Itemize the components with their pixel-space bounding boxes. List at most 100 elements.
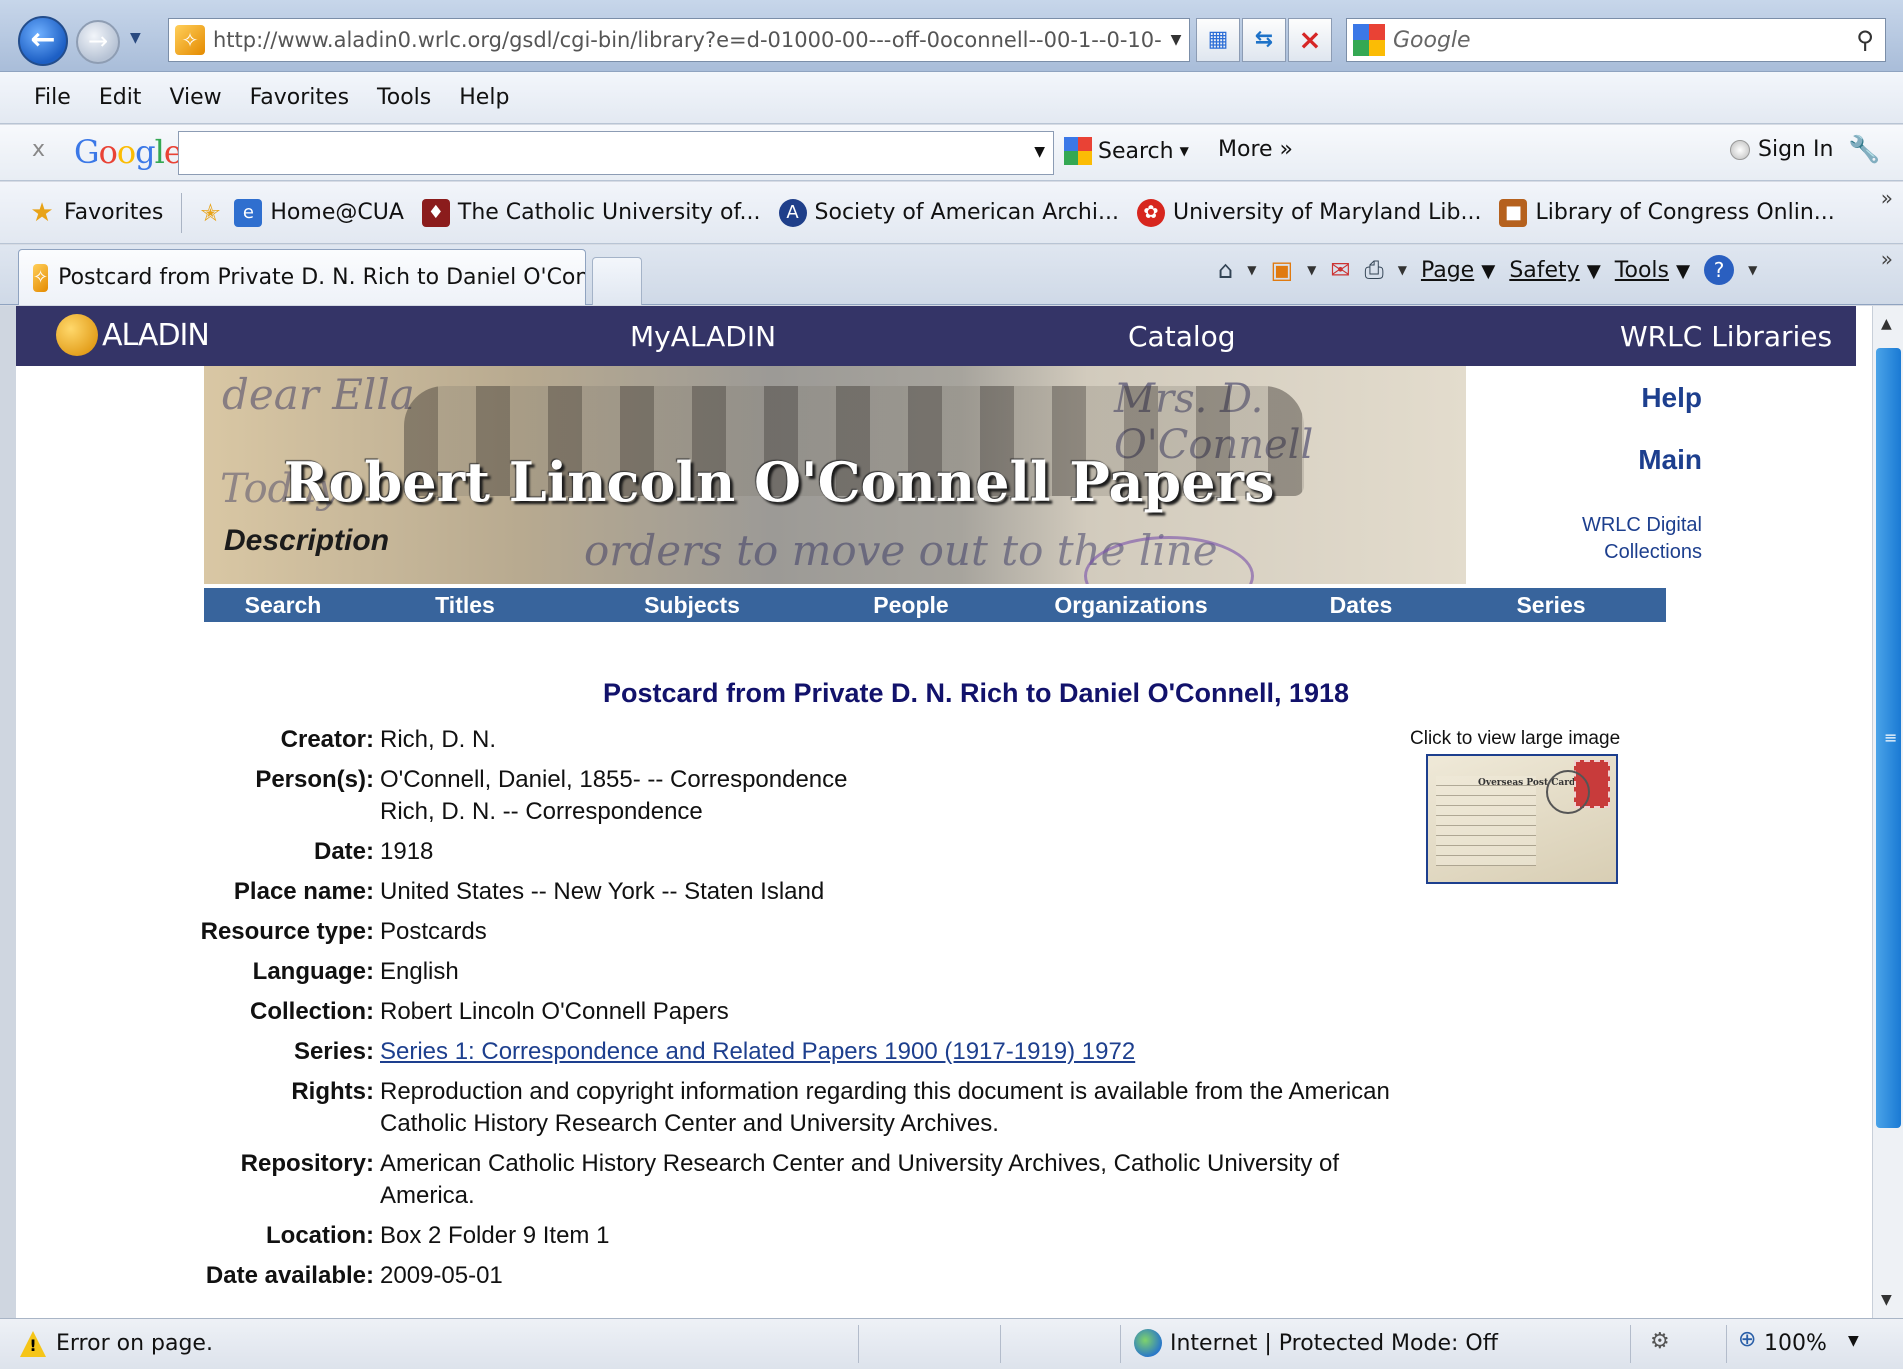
- add-favorite-icon[interactable]: ✭: [196, 199, 224, 227]
- tab-active[interactable]: ✧ Postcard from Private D. N. Rich to Da…: [18, 249, 586, 305]
- search-icon[interactable]: ⚲: [1845, 26, 1885, 54]
- postcard-thumbnail[interactable]: Overseas Post Card: [1426, 754, 1618, 884]
- umd-icon: ✿: [1136, 198, 1165, 227]
- google-search-label: Search: [1098, 138, 1174, 164]
- subnav-dates[interactable]: Dates: [1256, 588, 1466, 622]
- menu-view[interactable]: View: [169, 85, 221, 110]
- menu-edit[interactable]: Edit: [99, 85, 142, 110]
- stop-button[interactable]: ×: [1288, 18, 1332, 62]
- chevron-down-icon[interactable]: ▼: [1247, 263, 1256, 277]
- nav-myaladin[interactable]: MyALADIN: [630, 320, 776, 353]
- new-tab-button[interactable]: [592, 257, 642, 305]
- tools-menu[interactable]: Tools ▼: [1615, 258, 1690, 283]
- metadata-label: Place name:: [233, 878, 374, 905]
- mail-icon[interactable]: ✉: [1330, 256, 1350, 284]
- address-dropdown-icon[interactable]: ▼: [1163, 32, 1189, 48]
- recent-pages-dropdown[interactable]: ▼: [130, 30, 141, 46]
- subnav-people[interactable]: People: [816, 588, 1006, 622]
- google-search-input[interactable]: ▼: [178, 131, 1054, 175]
- more-button[interactable]: More »: [1218, 137, 1293, 162]
- divider: [181, 192, 183, 233]
- warning-icon[interactable]: !: [20, 1331, 46, 1357]
- menu-file[interactable]: File: [34, 85, 71, 110]
- subnav-organizations[interactable]: Organizations: [1006, 588, 1256, 622]
- aladin-header: ALADIN MyALADIN Catalog WRLC Libraries: [16, 306, 1856, 366]
- site-favicon: ✧: [33, 263, 49, 292]
- close-toolbar-icon[interactable]: x: [32, 137, 45, 162]
- help-icon[interactable]: ?: [1704, 255, 1735, 285]
- zoom-icon[interactable]: ⊕: [1738, 1327, 1756, 1352]
- favorite-link-catholic-university[interactable]: ♦ The Catholic University of...: [421, 198, 761, 227]
- metadata-value: O'Connell, Daniel, 1855- -- Corresponden…: [380, 764, 1396, 828]
- browser-search-box[interactable]: Google ⚲: [1346, 18, 1886, 62]
- series-link[interactable]: Series 1: Correspondence and Related Pap…: [380, 1038, 1135, 1065]
- main-link[interactable]: Main: [1482, 444, 1702, 476]
- metadata-label: Person(s):: [255, 766, 374, 793]
- metadata-value: Series 1: Correspondence and Related Pap…: [380, 1036, 1396, 1068]
- address-bar[interactable]: ✧ http://www.aladin0.wrlc.org/gsdl/cgi-b…: [168, 18, 1190, 62]
- menu-favorites[interactable]: Favorites: [250, 85, 349, 110]
- favorites-button[interactable]: ★ Favorites: [28, 199, 163, 227]
- menu-tools[interactable]: Tools: [377, 85, 431, 110]
- banner-title: Robert Lincoln O'Connell Papers: [283, 450, 1275, 514]
- subnav-series[interactable]: Series: [1466, 588, 1636, 622]
- chevron-down-icon[interactable]: ▼: [1307, 263, 1316, 277]
- metadata-row-creator: Creator: Rich, D. N.: [16, 724, 1396, 756]
- subnav-search[interactable]: Search: [204, 588, 362, 622]
- chevron-down-icon[interactable]: ▼: [1034, 144, 1045, 160]
- aladin-logo[interactable]: ALADIN: [56, 314, 210, 356]
- favorite-label: Library of Congress Onlin...: [1535, 200, 1835, 225]
- protected-mode-icon[interactable]: ⚙: [1650, 1329, 1670, 1354]
- divider: [1726, 1325, 1727, 1363]
- back-button[interactable]: ←: [18, 16, 68, 66]
- security-zone[interactable]: Internet | Protected Mode: Off: [1170, 1331, 1498, 1356]
- safety-menu[interactable]: Safety ▼: [1509, 258, 1600, 283]
- home-icon[interactable]: ⌂: [1218, 256, 1233, 284]
- banner-section-label: Description: [224, 524, 390, 557]
- scroll-down-arrow[interactable]: ▼: [1881, 1292, 1892, 1308]
- favorite-link-loc[interactable]: ■ Library of Congress Onlin...: [1499, 198, 1835, 227]
- record-metadata: Creator: Rich, D. N. Person(s): O'Connel…: [16, 724, 1396, 1300]
- metadata-label: Collection:: [250, 998, 374, 1025]
- wrench-icon[interactable]: 🔧: [1848, 135, 1880, 165]
- google-search-button[interactable]: Search ▼: [1064, 137, 1189, 165]
- sign-in-label: Sign In: [1758, 137, 1834, 162]
- address-url[interactable]: http://www.aladin0.wrlc.org/gsdl/cgi-bin…: [213, 28, 1163, 52]
- metadata-label: Series:: [293, 1038, 374, 1065]
- metadata-label: Date:: [313, 838, 374, 865]
- status-message[interactable]: Error on page.: [56, 1331, 213, 1356]
- chevron-right-icon[interactable]: »: [1881, 247, 1893, 271]
- chevron-down-icon[interactable]: ▼: [1398, 263, 1407, 277]
- scroll-up-arrow[interactable]: ▲: [1881, 316, 1892, 332]
- wrlc-digital-collections-link[interactable]: WRLC Digital Collections: [1482, 512, 1702, 566]
- vertical-scrollbar[interactable]: ▲ ≡ ▼: [1872, 306, 1903, 1318]
- print-icon[interactable]: ⎙: [1365, 256, 1384, 284]
- subnav-titles[interactable]: Titles: [362, 588, 568, 622]
- forward-button[interactable]: →: [76, 20, 120, 64]
- favorite-link-home-cua[interactable]: e Home@CUA: [234, 198, 404, 227]
- tab-bar: ✧ Postcard from Private D. N. Rich to Da…: [0, 245, 1903, 305]
- globe-icon: [1134, 1329, 1162, 1357]
- subnav-subjects[interactable]: Subjects: [568, 588, 816, 622]
- page-menu[interactable]: Page ▼: [1421, 258, 1495, 283]
- zoom-level[interactable]: 100%: [1764, 1331, 1827, 1356]
- metadata-row-collection: Collection: Robert Lincoln O'Connell Pap…: [16, 996, 1396, 1028]
- metadata-label: Repository:: [240, 1150, 374, 1177]
- favorite-link-saa[interactable]: A Society of American Archi...: [778, 198, 1119, 227]
- help-link[interactable]: Help: [1482, 382, 1702, 414]
- google-logo: Google: [74, 133, 183, 171]
- rss-feed-icon[interactable]: ▣: [1270, 256, 1293, 284]
- chevron-down-icon[interactable]: ▼: [1748, 263, 1757, 277]
- menu-help[interactable]: Help: [459, 85, 509, 110]
- compatibility-view-button[interactable]: ▦: [1196, 18, 1240, 62]
- star-icon: ★: [30, 197, 54, 228]
- nav-catalog[interactable]: Catalog: [1128, 320, 1236, 353]
- favorite-link-umd[interactable]: ✿ University of Maryland Lib...: [1136, 198, 1481, 227]
- metadata-row-series: Series: Series 1: Correspondence and Rel…: [16, 1036, 1396, 1068]
- chevron-right-icon[interactable]: »: [1881, 186, 1893, 210]
- sign-in-button[interactable]: Sign In: [1730, 137, 1833, 162]
- scroll-thumb[interactable]: ≡: [1876, 348, 1901, 1128]
- nav-wrlc-libraries[interactable]: WRLC Libraries: [1620, 320, 1832, 353]
- refresh-button[interactable]: ⇆: [1242, 18, 1286, 62]
- chevron-down-icon[interactable]: ▼: [1848, 1333, 1859, 1349]
